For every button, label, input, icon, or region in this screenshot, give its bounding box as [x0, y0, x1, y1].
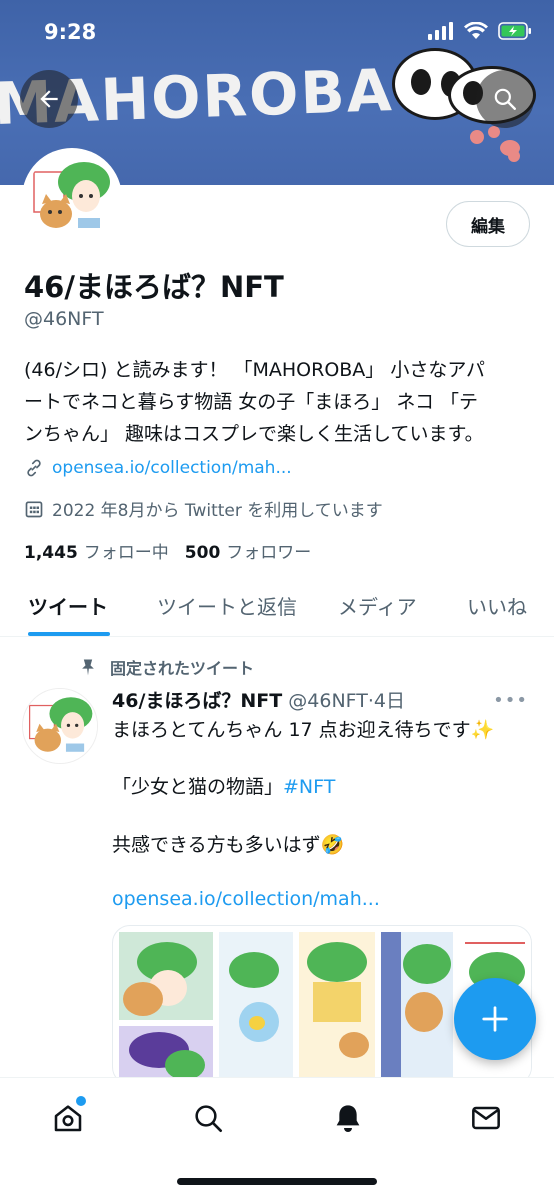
tab-tweets[interactable]: ツイート [28, 591, 108, 620]
paw-print [508, 150, 520, 162]
tweet-text-line3: 共感できる方も多いはず🤣 [112, 834, 345, 856]
media-thumbnail[interactable] [381, 932, 453, 1084]
paw-print [470, 130, 484, 144]
followers-label: フォロワー [226, 543, 312, 563]
follow-stats: 1,445 フォロー中 500 フォロワー [24, 538, 311, 563]
profile-tabs: ツイート ツイートと返信 メディア いいね [0, 575, 554, 637]
signal-icon [428, 22, 453, 40]
notification-dot [76, 1096, 86, 1106]
tweet-text-line1: まほろとてんちゃん 17 点お迎え待ちです✨ [112, 719, 495, 741]
tweet-hashtag[interactable]: #NFT [283, 776, 335, 798]
media-thumbnail[interactable] [119, 932, 213, 1020]
profile-link-row: opensea.io/collection/mah... [24, 458, 292, 478]
media-thumbnail[interactable] [299, 932, 375, 1084]
tab-tweets-replies[interactable]: ツイートと返信 [157, 591, 297, 620]
bio-line: ートでネコと暮らす物語 女の子「まほろ」 ネコ 「テ [24, 391, 478, 413]
tweet-author-handle: @46NFT [288, 690, 368, 712]
pinned-label-row: 固定されたツイート [78, 655, 254, 679]
tab-likes[interactable]: いいね [467, 591, 527, 620]
home-indicator [177, 1178, 377, 1185]
active-tab-indicator [28, 632, 110, 636]
home-icon [54, 1105, 82, 1132]
bio-line: ンちゃん」 趣味はコスプレで楽しく生活しています。 [24, 423, 484, 445]
joined-date: 2022 年8月から Twitter を利用しています [52, 501, 383, 521]
compose-tweet-button[interactable] [454, 978, 536, 1060]
link-icon [27, 459, 41, 477]
arrow-left-icon [40, 90, 58, 108]
status-bar: 9:28 [0, 0, 554, 60]
followers-count: 500 [184, 543, 221, 563]
search-icon [494, 88, 516, 110]
paw-print [488, 126, 500, 138]
tweet-time: ·4日 [367, 690, 406, 712]
nav-notifications[interactable] [326, 1096, 370, 1140]
search-button[interactable] [476, 70, 534, 128]
tweet-author-name[interactable]: 46/まほろば？NFT [112, 690, 282, 712]
mail-icon [472, 1106, 500, 1130]
search-icon [195, 1105, 222, 1132]
bell-icon [336, 1105, 360, 1132]
tab-media[interactable]: メディア [338, 591, 417, 620]
edit-profile-button[interactable]: 編集 [446, 201, 530, 247]
profile-name: 46/まほろば？NFT [24, 270, 284, 304]
tweet-more-button[interactable]: ••• [493, 690, 528, 711]
status-time: 9:28 [44, 20, 97, 44]
bio-line: (46/シロ) と読みます！ 「MAHOROBA」 小さなアパ [24, 359, 485, 381]
tweet-text-quote: 「少女と猫の物語」 [112, 776, 284, 798]
followers-stat[interactable]: 500 フォロワー [185, 538, 312, 563]
following-count: 1,445 [24, 543, 78, 563]
following-label: フォロー中 [83, 543, 169, 563]
following-stat[interactable]: 1,445 フォロー中 [24, 538, 169, 563]
tweet-text-line2: 「少女と猫の物語」#NFT [112, 772, 335, 799]
nav-search[interactable] [186, 1096, 230, 1140]
back-button[interactable] [20, 70, 78, 128]
nav-home[interactable] [46, 1096, 90, 1140]
plus-icon [482, 1006, 508, 1032]
profile-bio: (46/シロ) と読みます！ 「MAHOROBA」 小さなアパ ートでネコと暮ら… [24, 354, 534, 450]
profile-avatar[interactable] [22, 148, 122, 248]
nav-messages[interactable] [464, 1096, 508, 1140]
tweet-header: 46/まほろば？NFT @46NFT·4日 [112, 686, 405, 713]
pin-icon [82, 659, 94, 676]
avatar-image [26, 152, 118, 244]
status-icons [428, 22, 532, 40]
media-thumbnail[interactable] [219, 932, 293, 1084]
tweet-link[interactable]: opensea.io/collection/mah... [112, 888, 380, 910]
wifi-icon [464, 22, 488, 39]
battery-icon [498, 22, 531, 40]
pinned-label: 固定されたツイート [110, 659, 255, 678]
calendar-icon [25, 501, 43, 517]
profile-handle: @46NFT [24, 308, 104, 330]
profile-link[interactable]: opensea.io/collection/mah... [52, 458, 292, 478]
tweet-avatar[interactable] [22, 688, 98, 764]
joined-row: 2022 年8月から Twitter を利用しています [24, 496, 383, 521]
